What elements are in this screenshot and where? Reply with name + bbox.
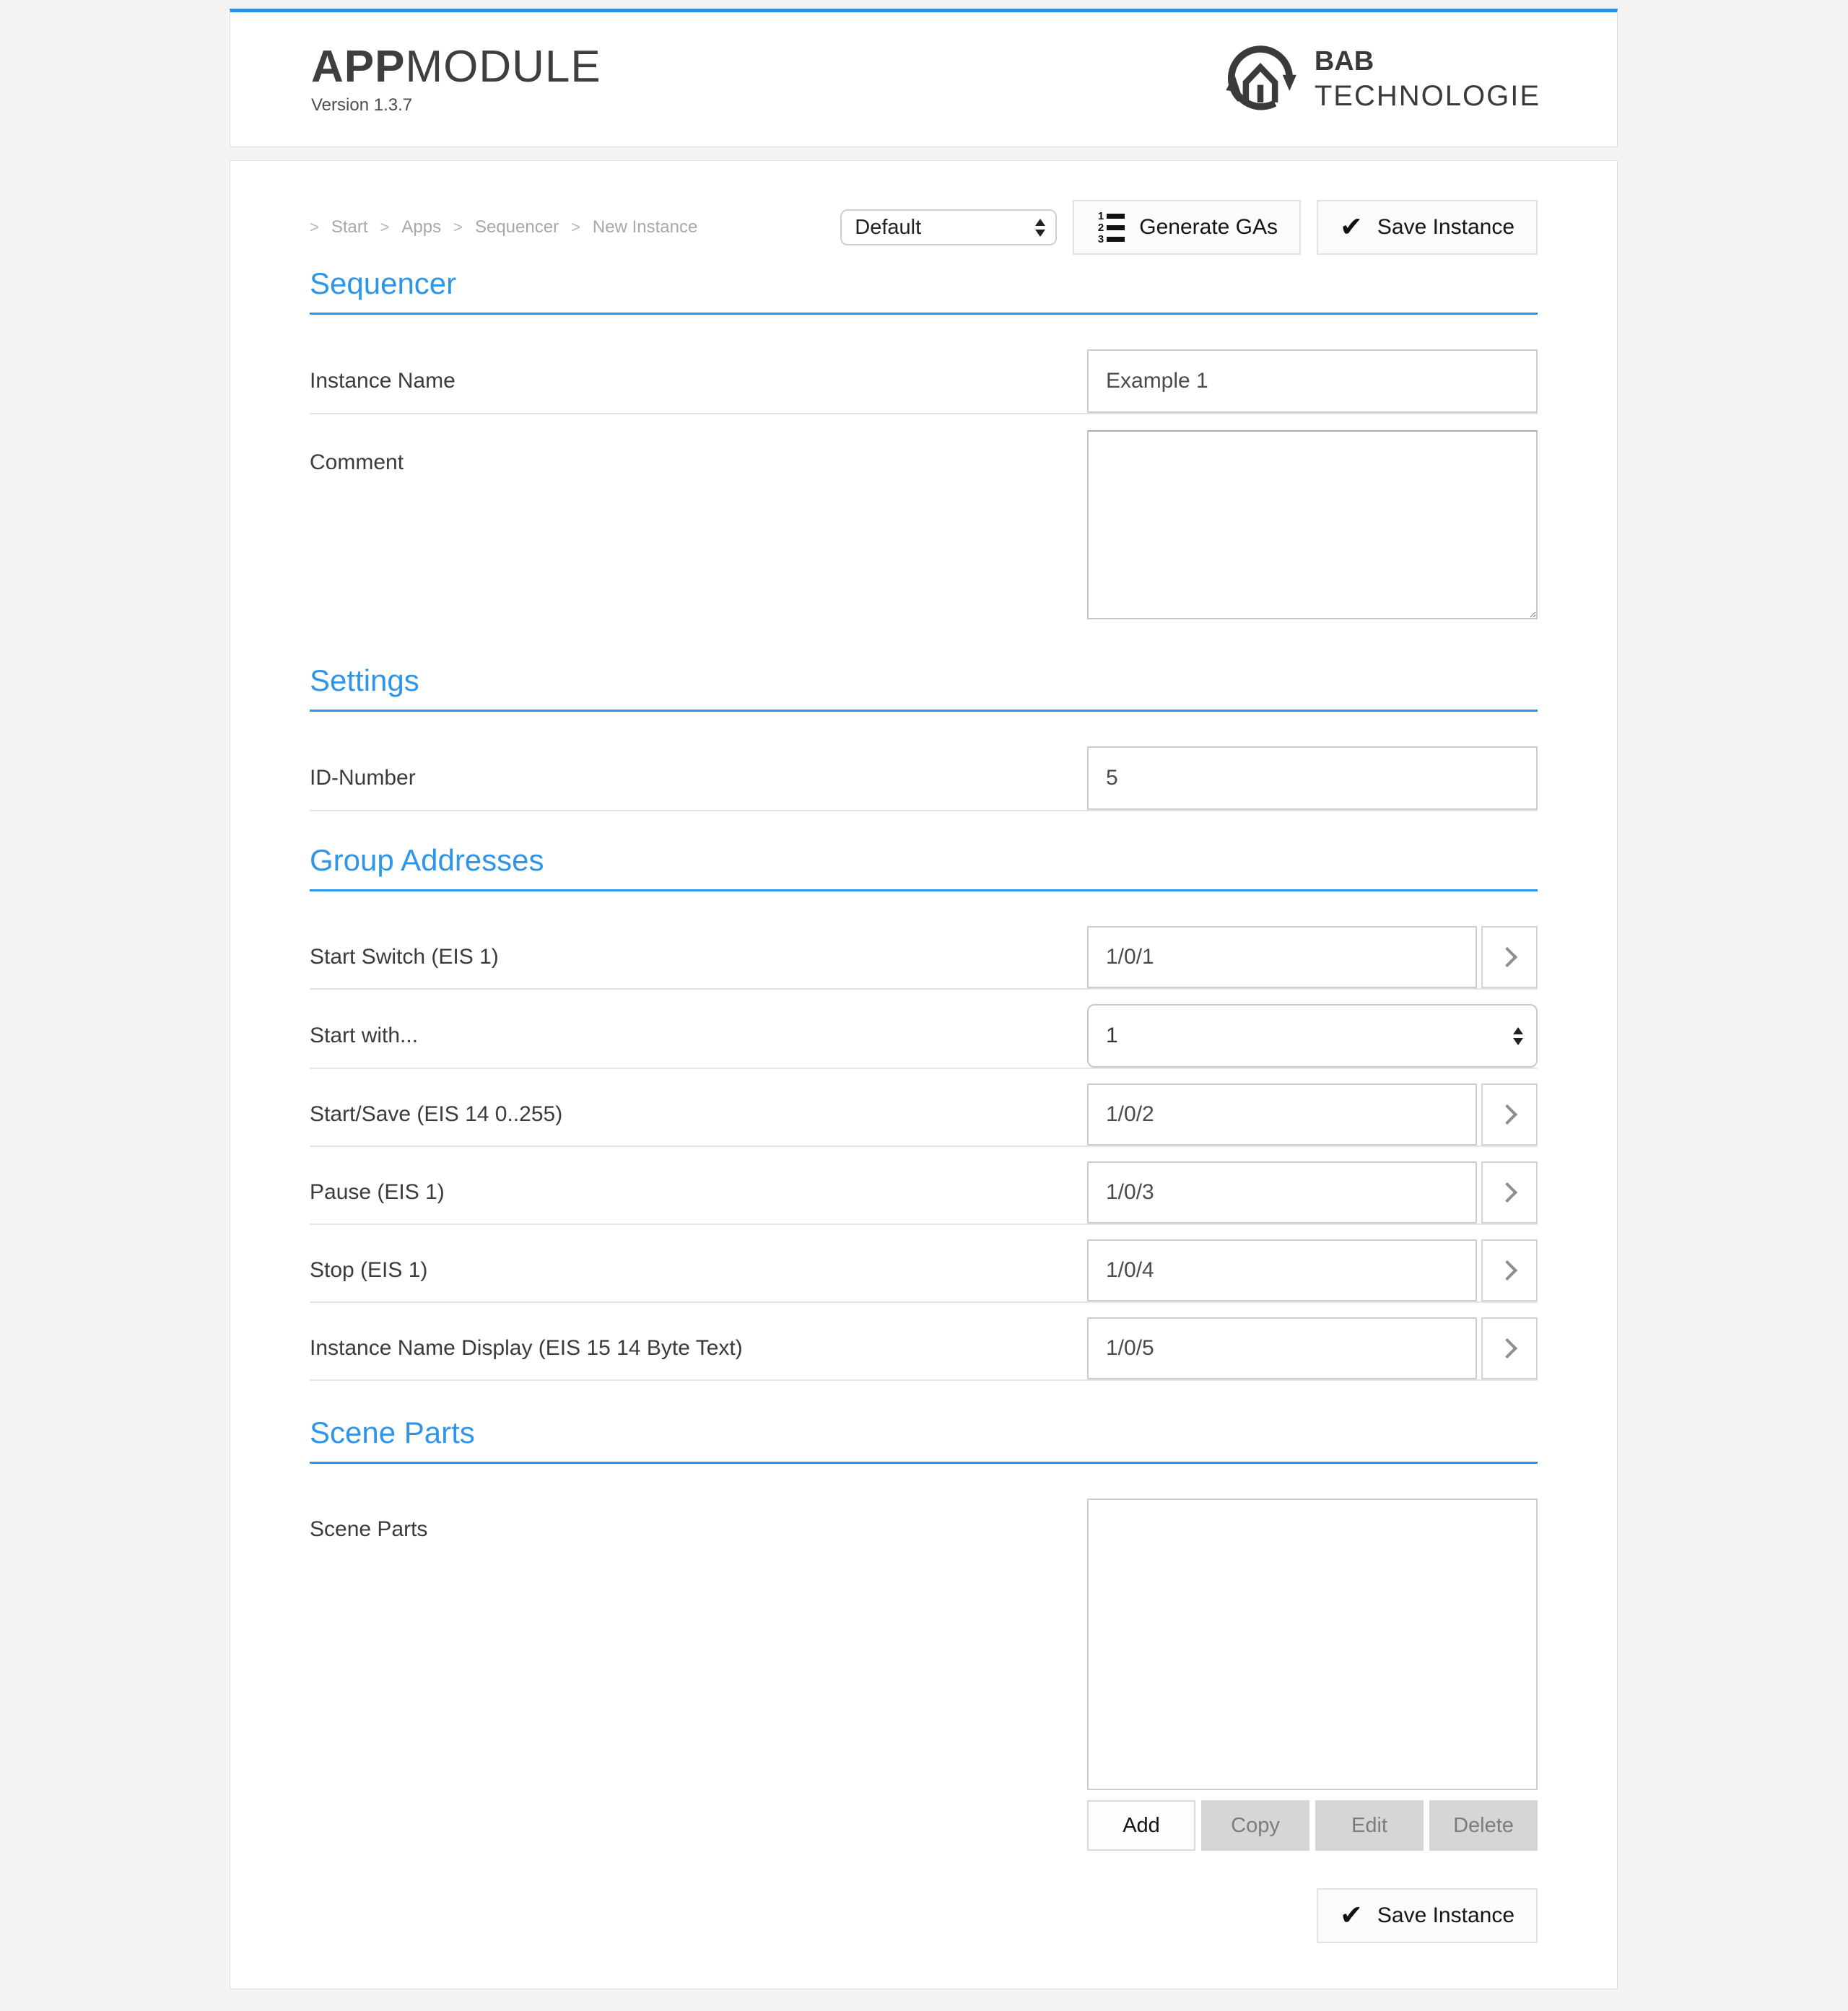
scene-parts-label: Scene Parts xyxy=(310,1499,1087,1542)
generate-gas-button[interactable]: 1 2 3 Generate GAs xyxy=(1073,200,1301,255)
ga-row-start-save: Start/Save (EIS 14 0..255) xyxy=(310,1069,1538,1147)
instance-editor-card: > Start > Apps > Sequencer > New Instanc… xyxy=(230,160,1618,1989)
breadcrumb-separator: > xyxy=(571,218,580,237)
id-number-input[interactable] xyxy=(1087,746,1538,810)
ga-row-stop: Stop (EIS 1) xyxy=(310,1225,1538,1303)
scene-delete-button: Delete xyxy=(1429,1800,1538,1851)
breadcrumb-sequencer[interactable]: Sequencer xyxy=(475,217,559,237)
ol-num-1: 1 xyxy=(1096,212,1104,220)
comment-label: Comment xyxy=(310,430,1087,475)
instance-name-label: Instance Name xyxy=(310,369,1087,393)
breadcrumb-new-instance[interactable]: New Instance xyxy=(593,217,697,237)
profile-select-value: Default xyxy=(855,216,921,240)
scene-parts-listbox[interactable] xyxy=(1087,1499,1538,1790)
start-with-select[interactable]: 1 xyxy=(1087,1004,1538,1068)
profile-select[interactable]: Default xyxy=(840,209,1057,245)
section-title-sequencer: Sequencer xyxy=(310,266,1538,315)
brand-line2: TECHNOLOGIE xyxy=(1315,79,1540,113)
save-instance-button-top[interactable]: ✔ Save Instance xyxy=(1317,200,1538,255)
ga-picker-button[interactable] xyxy=(1481,1083,1538,1146)
save-instance-label-top: Save Instance xyxy=(1377,215,1514,240)
breadcrumb: > Start > Apps > Sequencer > New Instanc… xyxy=(310,217,697,237)
generate-gas-label: Generate GAs xyxy=(1139,215,1278,240)
ga-input-start-save[interactable] xyxy=(1087,1083,1477,1146)
ga-input-stop[interactable] xyxy=(1087,1239,1477,1301)
ga-row-pause: Pause (EIS 1) xyxy=(310,1147,1538,1225)
ordered-list-icon: 1 2 3 xyxy=(1096,212,1125,243)
ga-label-start-with: Start with... xyxy=(310,1024,1087,1048)
checkmark-icon: ✔ xyxy=(1340,214,1363,241)
select-arrows-icon xyxy=(1513,1027,1523,1045)
ga-label-pause: Pause (EIS 1) xyxy=(310,1180,1087,1205)
chevron-right-icon xyxy=(1496,947,1517,967)
select-arrows-icon xyxy=(1035,219,1045,237)
ga-label-start-save: Start/Save (EIS 14 0..255) xyxy=(310,1102,1087,1127)
chevron-right-icon xyxy=(1496,1104,1517,1125)
bab-brand: BAB TECHNOLOGIE xyxy=(1222,40,1540,120)
ga-row-start-switch: Start Switch (EIS 1) xyxy=(310,912,1538,990)
ga-row-instance-name-display: Instance Name Display (EIS 15 14 Byte Te… xyxy=(310,1303,1538,1381)
comment-textarea[interactable] xyxy=(1087,430,1538,619)
breadcrumb-separator: > xyxy=(310,218,319,237)
toolbar-actions: Default 1 2 3 Generate GAs ✔ Save Instan… xyxy=(840,200,1538,255)
start-with-select-value: 1 xyxy=(1106,1024,1118,1048)
app-title-light: MODULE xyxy=(405,42,601,92)
appmodule-logo: APPMODULE Version 1.3.7 xyxy=(311,43,601,115)
section-title-settings: Settings xyxy=(310,663,1538,712)
ga-label-instance-name-display: Instance Name Display (EIS 15 14 Byte Te… xyxy=(310,1336,1087,1361)
ga-input-instance-name-display[interactable] xyxy=(1087,1317,1477,1379)
brand-line1: BAB xyxy=(1315,45,1540,79)
breadcrumb-separator: > xyxy=(453,218,463,237)
id-number-row: ID-Number xyxy=(310,732,1538,811)
breadcrumb-separator: > xyxy=(380,218,390,237)
scene-parts-buttons: Add Copy Edit Delete xyxy=(1087,1800,1538,1851)
app-title-bold: APP xyxy=(311,42,405,92)
ga-label-start-switch: Start Switch (EIS 1) xyxy=(310,945,1087,969)
chevron-right-icon xyxy=(1496,1338,1517,1358)
checkmark-icon: ✔ xyxy=(1340,1902,1363,1929)
comment-row: Comment xyxy=(310,414,1538,623)
ga-picker-button[interactable] xyxy=(1481,1317,1538,1379)
topbar: > Start > Apps > Sequencer > New Instanc… xyxy=(310,200,1538,255)
scene-add-button[interactable]: Add xyxy=(1087,1800,1195,1851)
app-header: APPMODULE Version 1.3.7 BAB TECHNOLOGIE xyxy=(230,9,1618,147)
bab-house-recycle-icon xyxy=(1222,40,1299,120)
instance-name-row: Instance Name xyxy=(310,335,1538,414)
chevron-right-icon xyxy=(1496,1260,1517,1281)
ga-picker-button[interactable] xyxy=(1481,926,1538,988)
app-title: APPMODULE xyxy=(311,43,601,90)
ol-num-3: 3 xyxy=(1096,235,1104,243)
instance-name-input[interactable] xyxy=(1087,349,1538,413)
app-version: Version 1.3.7 xyxy=(311,95,601,115)
ga-row-start-with: Start with... 1 xyxy=(310,990,1538,1069)
breadcrumb-start[interactable]: Start xyxy=(331,217,368,237)
ga-input-pause[interactable] xyxy=(1087,1161,1477,1223)
ga-input-start-switch[interactable] xyxy=(1087,926,1477,988)
ga-picker-button[interactable] xyxy=(1481,1239,1538,1301)
breadcrumb-apps[interactable]: Apps xyxy=(401,217,441,237)
scene-edit-button: Edit xyxy=(1315,1800,1424,1851)
brand-text: BAB TECHNOLOGIE xyxy=(1315,45,1540,113)
ga-label-stop: Stop (EIS 1) xyxy=(310,1258,1087,1283)
save-instance-label-bottom: Save Instance xyxy=(1377,1903,1514,1928)
section-title-scene-parts: Scene Parts xyxy=(310,1415,1538,1464)
scene-copy-button: Copy xyxy=(1201,1800,1309,1851)
id-number-label: ID-Number xyxy=(310,766,1087,790)
ol-num-2: 2 xyxy=(1096,224,1104,232)
ga-picker-button[interactable] xyxy=(1481,1161,1538,1223)
chevron-right-icon xyxy=(1496,1182,1517,1203)
save-instance-button-bottom[interactable]: ✔ Save Instance xyxy=(1317,1888,1538,1943)
footer-actions: ✔ Save Instance xyxy=(310,1888,1538,1943)
scene-parts-row: Scene Parts Add Copy Edit Delete xyxy=(310,1484,1538,1851)
section-title-group-addresses: Group Addresses xyxy=(310,843,1538,891)
